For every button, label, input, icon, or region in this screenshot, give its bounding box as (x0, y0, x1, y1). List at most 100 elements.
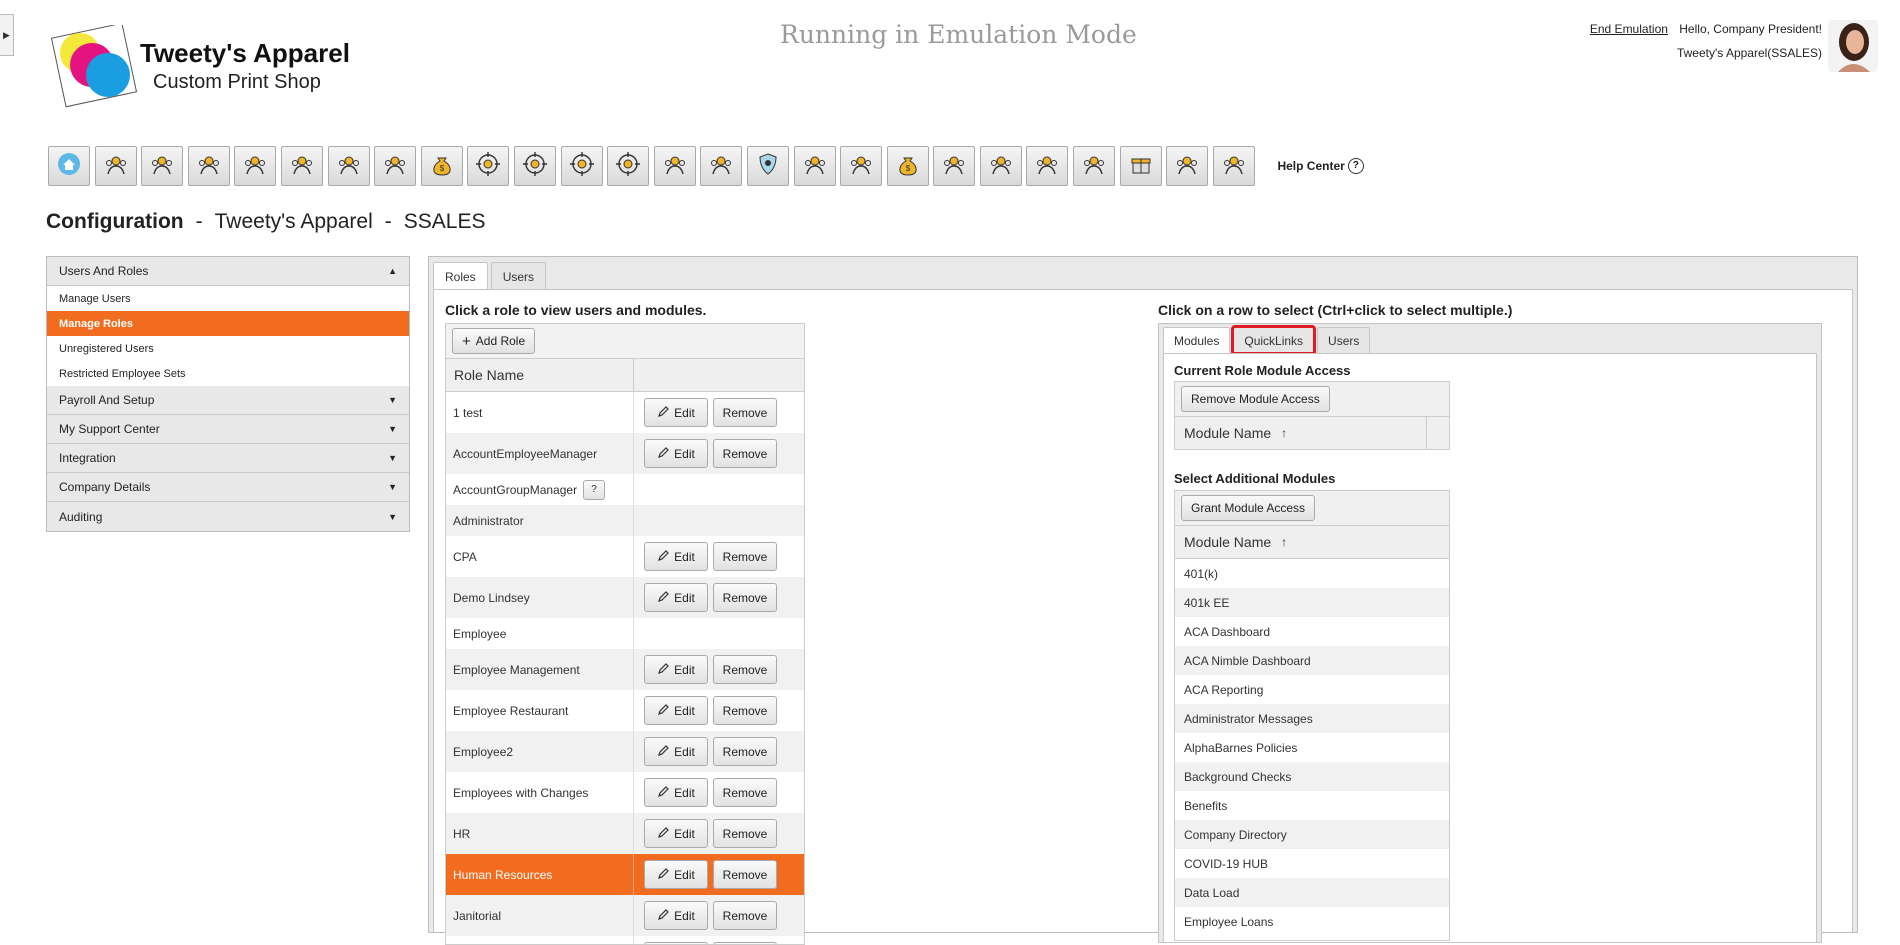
table-row[interactable]: Demo Lindsey Edit Remove (446, 577, 804, 618)
arrows-module-button[interactable] (653, 146, 696, 186)
table-row[interactable]: Employee (446, 618, 804, 649)
sidebar-section-4[interactable]: Company Details ▼ (47, 473, 409, 502)
role-name-cell[interactable]: Employee2 (446, 731, 634, 772)
remove-role-button[interactable]: Remove (713, 398, 777, 427)
remove-role-button[interactable]: Remove (713, 737, 777, 766)
edit-role-button[interactable]: Edit (644, 819, 708, 848)
remove-role-button[interactable]: Remove (713, 655, 777, 684)
sidebar-item[interactable]: Manage Roles (47, 311, 409, 336)
edit-role-button[interactable]: Edit (644, 860, 708, 889)
role-name-cell[interactable]: CPA (446, 536, 634, 577)
group-module-button[interactable] (280, 146, 323, 186)
role-name-cell[interactable]: Human Resources (446, 854, 634, 895)
growth-module-button[interactable] (933, 146, 976, 186)
remove-role-button[interactable]: Remove (713, 901, 777, 930)
grant-module-access-button[interactable]: Grant Module Access (1181, 495, 1316, 521)
role-name-cell[interactable] (446, 936, 634, 944)
list-item[interactable]: ACA Dashboard (1175, 617, 1449, 646)
role-name-cell[interactable]: Employee Management (446, 649, 634, 690)
edit-role-button[interactable]: Edit (644, 778, 708, 807)
tab-modules[interactable]: Modules (1163, 327, 1231, 354)
search-money-module-button[interactable] (793, 146, 836, 186)
edit-role-button[interactable]: Edit (644, 542, 708, 571)
table-row[interactable]: Employee Restaurant Edit Remove (446, 690, 804, 731)
sidebar-section-0[interactable]: Users And Roles ▲ (47, 257, 409, 286)
sidebar-section-2[interactable]: My Support Center ▼ (47, 415, 409, 444)
target-module-button[interactable] (607, 146, 650, 186)
add-role-button[interactable]: + Add Role (452, 328, 536, 354)
award-module-button[interactable] (94, 146, 137, 186)
gift-module-button[interactable] (1119, 146, 1162, 186)
list-item[interactable]: 401(k) (1175, 559, 1449, 588)
role-name-cell[interactable]: Janitorial (446, 895, 634, 936)
sidebar-item[interactable]: Unregistered Users (47, 336, 409, 361)
help-center-link[interactable]: Help Center? (1277, 158, 1364, 174)
remove-role-button[interactable]: Remove (713, 860, 777, 889)
list-item[interactable]: 401k EE (1175, 588, 1449, 617)
table-row[interactable]: AccountEmployeeManager Edit Remove (446, 433, 804, 474)
list-item[interactable]: AlphaBarnes Policies (1175, 733, 1449, 762)
tab-users[interactable]: Users (1317, 327, 1371, 353)
money-bag-module-button[interactable]: $ (420, 146, 463, 186)
tab-users[interactable]: Users (490, 262, 547, 290)
edit-role-button[interactable]: Edit (644, 655, 708, 684)
list-item[interactable]: Administrator Messages (1175, 704, 1449, 733)
target-module-button[interactable] (560, 146, 603, 186)
edit-role-button[interactable]: Edit (644, 737, 708, 766)
list-item[interactable]: Background Checks (1175, 762, 1449, 791)
scissors-module-button[interactable] (840, 146, 883, 186)
role-help-button[interactable]: ? (583, 479, 606, 500)
role-name-cell[interactable]: AccountEmployeeManager (446, 433, 634, 474)
list-item[interactable]: Employee Loans (1175, 907, 1449, 936)
role-name-cell[interactable]: Employee (446, 618, 634, 649)
role-name-cell[interactable]: Demo Lindsey (446, 577, 634, 618)
list-item[interactable]: Benefits (1175, 791, 1449, 820)
list-item[interactable]: ACA Nimble Dashboard (1175, 646, 1449, 675)
additional-module-name-header[interactable]: Module Name ↑ (1175, 526, 1449, 559)
current-module-name-header[interactable]: Module Name ↑ (1175, 417, 1449, 449)
people-gear-module-button[interactable] (141, 146, 184, 186)
sidebar-section-5[interactable]: Auditing ▼ (47, 502, 409, 531)
team-module-button[interactable] (234, 146, 277, 186)
table-row[interactable]: Employees with Changes Edit Remove (446, 772, 804, 813)
target-module-button[interactable] (513, 146, 556, 186)
table-row[interactable]: HR Edit Remove (446, 813, 804, 854)
avatar[interactable] (1828, 20, 1878, 72)
sidebar-toggle[interactable]: ▶ (0, 14, 14, 56)
edit-role-button[interactable]: Edit (644, 901, 708, 930)
target-module-button[interactable] (467, 146, 510, 186)
coins-module-button[interactable] (1026, 146, 1069, 186)
presentation-module-button[interactable] (187, 146, 230, 186)
search-module-button[interactable] (1073, 146, 1116, 186)
handshake-module-button[interactable] (979, 146, 1022, 186)
edit-role-button[interactable]: Edit (644, 398, 708, 427)
list-item[interactable]: Data Load (1175, 878, 1449, 907)
remove-role-button[interactable]: Remove (713, 583, 777, 612)
sidebar-item[interactable]: Restricted Employee Sets (47, 361, 409, 386)
table-row[interactable]: Human Resources Edit Remove (446, 854, 804, 895)
org-chart-module-button[interactable] (327, 146, 370, 186)
edit-role-button[interactable]: Edit (644, 696, 708, 725)
list-item[interactable]: COVID-19 HUB (1175, 849, 1449, 878)
list-item[interactable]: ACA Reporting (1175, 675, 1449, 704)
remove-module-access-button[interactable]: Remove Module Access (1181, 386, 1330, 412)
edit-role-button[interactable]: Edit (644, 583, 708, 612)
table-row[interactable]: AccountGroupManager? (446, 474, 804, 505)
role-name-cell[interactable]: 1 test (446, 392, 634, 433)
role-name-cell[interactable]: HR (446, 813, 634, 854)
remove-role-button[interactable]: Remove (713, 778, 777, 807)
remove-role-button[interactable]: Remove (713, 439, 777, 468)
list-item[interactable]: Company Directory (1175, 820, 1449, 849)
document-module-button[interactable] (374, 146, 417, 186)
tab-quicklinks[interactable]: QuickLinks (1231, 325, 1317, 355)
role-name-cell[interactable]: Employees with Changes (446, 772, 634, 813)
remove-role-button[interactable]: Remove (713, 819, 777, 848)
table-row[interactable]: Employee2 Edit Remove (446, 731, 804, 772)
table-row[interactable]: CPA Edit Remove (446, 536, 804, 577)
edit-role-button[interactable]: Edit (644, 439, 708, 468)
table-row[interactable]: Janitorial Edit Remove (446, 895, 804, 936)
role-name-cell[interactable]: AccountGroupManager? (446, 474, 634, 505)
table-row[interactable]: EditRemove (446, 936, 804, 944)
sidebar-item[interactable]: Manage Users (47, 286, 409, 311)
end-emulation-link[interactable]: End Emulation (1590, 22, 1668, 36)
